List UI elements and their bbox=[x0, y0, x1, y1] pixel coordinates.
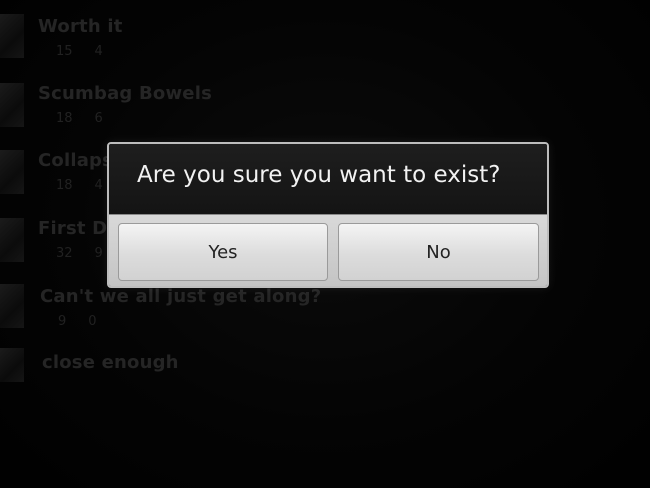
dialog-title: Are you sure you want to exist? bbox=[137, 162, 501, 188]
no-button[interactable]: No bbox=[338, 223, 539, 281]
dialog-button-bar: Yes No bbox=[109, 214, 547, 286]
confirm-dialog: Are you sure you want to exist? Yes No bbox=[107, 142, 549, 288]
yes-button[interactable]: Yes bbox=[118, 223, 328, 281]
dialog-header: Are you sure you want to exist? bbox=[109, 144, 547, 214]
device-screen: Worth it 15 4 Scumbag Bowels 18 6 Collapse… bbox=[0, 0, 650, 488]
